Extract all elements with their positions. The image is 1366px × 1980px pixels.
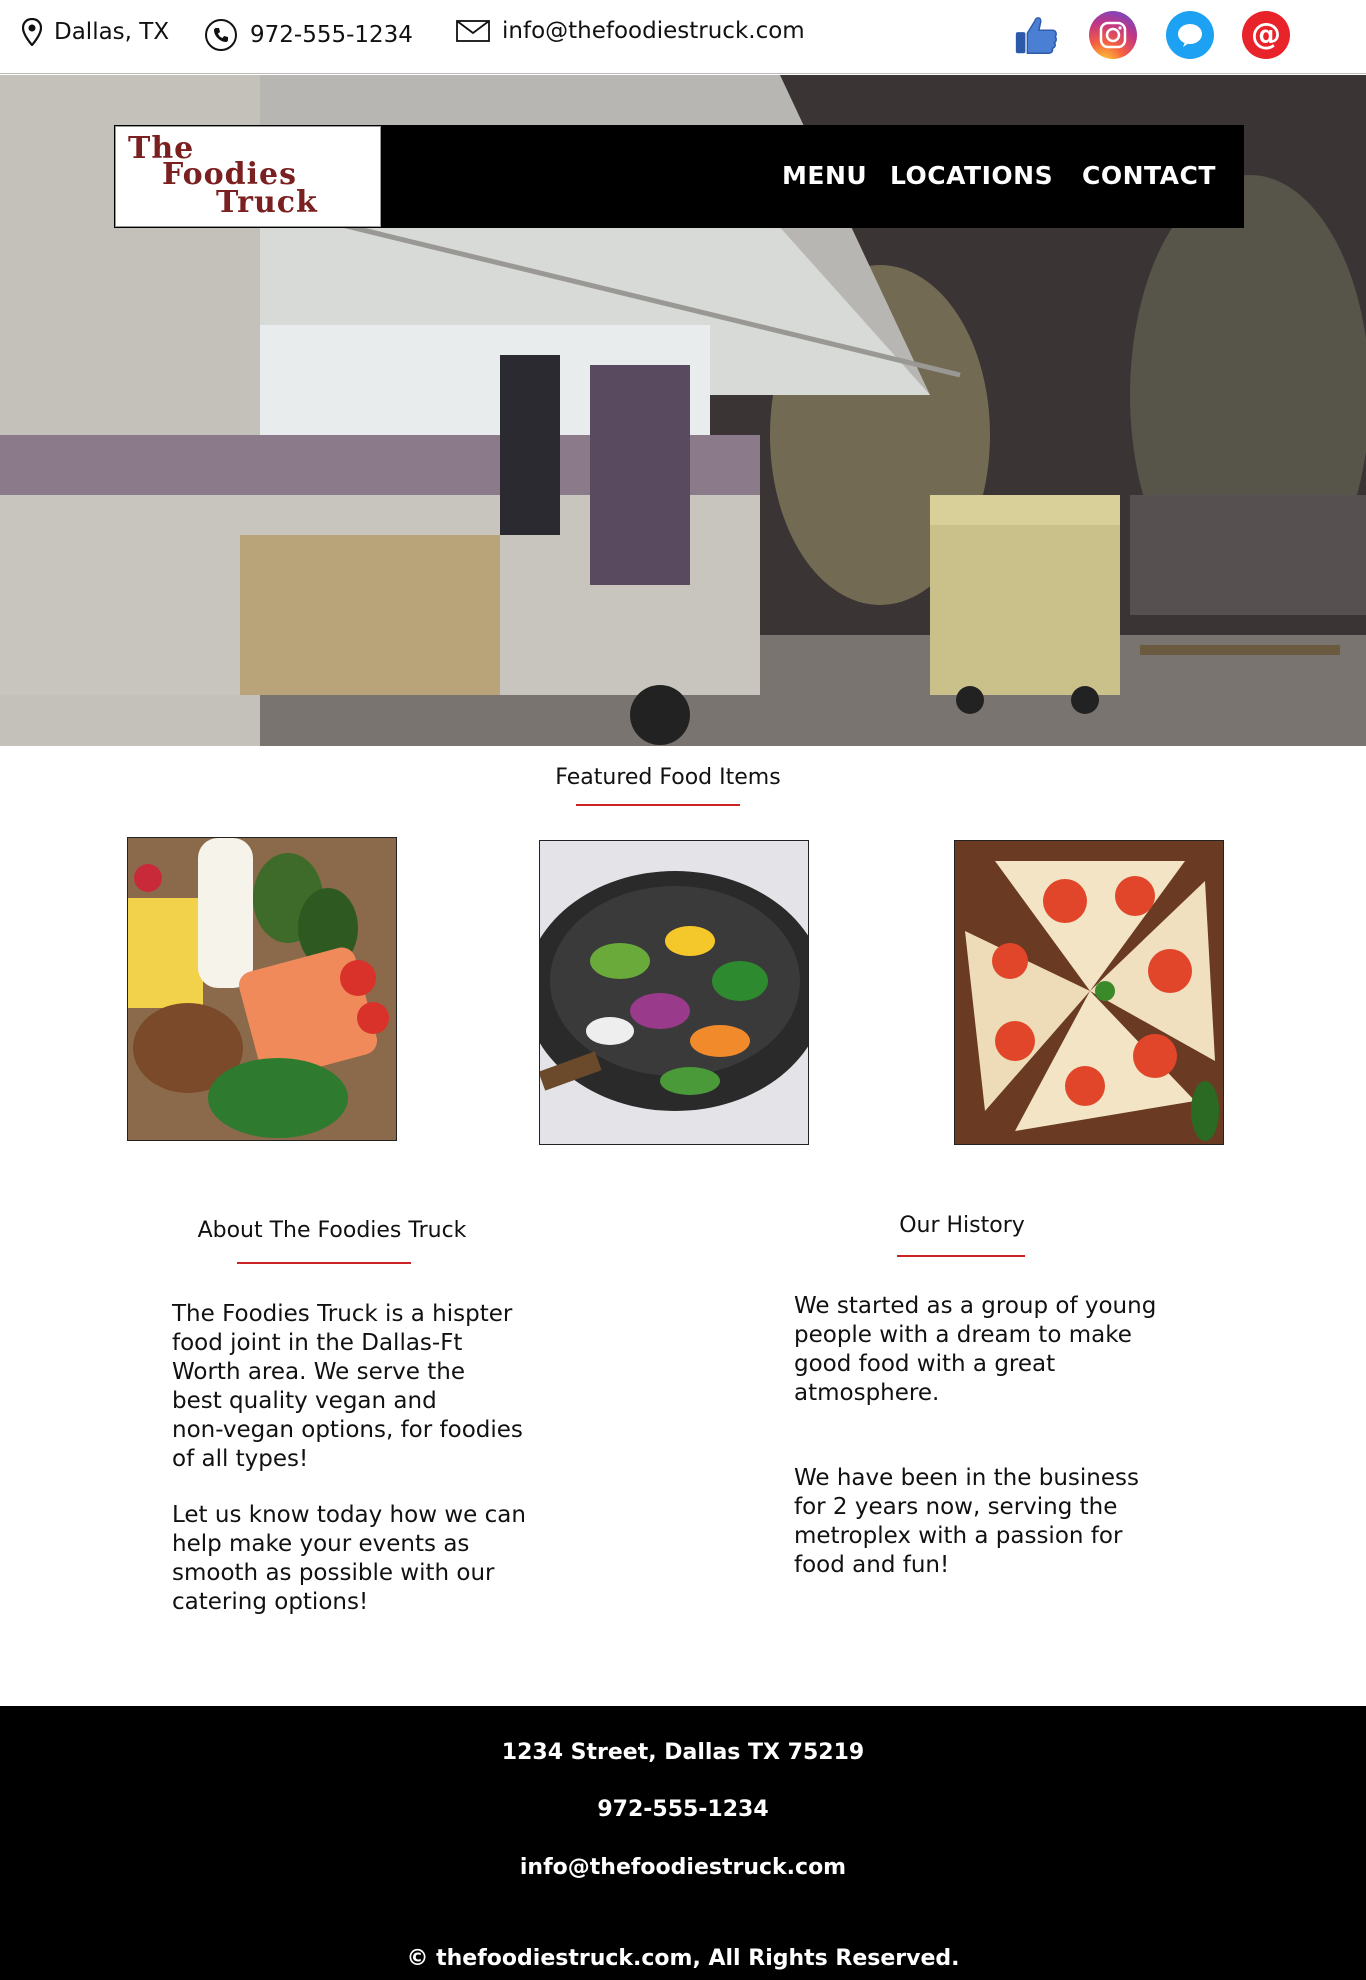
footer-email[interactable]: info@thefoodiestruck.com [0, 1855, 1366, 1880]
about-line: of all types! [172, 1446, 309, 1472]
history-line: for 2 years now, serving the [794, 1494, 1118, 1520]
about-line: smooth as possible with our [172, 1560, 495, 1586]
food-image-stir-fry[interactable] [539, 840, 809, 1145]
history-line: people with a dream to make [794, 1322, 1132, 1348]
about-paragraph-2: Let us know today how we can help make y… [172, 1501, 592, 1617]
about-paragraph-1: The Foodies Truck is a hispter food join… [172, 1300, 592, 1474]
phone-item[interactable]: 972-555-1234 [204, 18, 413, 52]
nav-link-contact[interactable]: CONTACT [1082, 161, 1216, 190]
about-line: best quality vegan and [172, 1388, 437, 1414]
history-line: food and fun! [794, 1552, 950, 1578]
envelope-icon [456, 19, 490, 43]
hero-banner: The Foodies Truck MENU LOCATIONS CONTACT [0, 75, 1366, 746]
map-pin-icon [22, 18, 42, 46]
site-logo[interactable]: The Foodies Truck [115, 126, 381, 227]
history-paragraph-1: We started as a group of young people wi… [794, 1292, 1234, 1408]
location-item: Dallas, TX [22, 18, 169, 46]
main-navbar: The Foodies Truck MENU LOCATIONS CONTACT [114, 125, 1244, 228]
about-line: non-vegan options, for foodies [172, 1417, 523, 1443]
history-line: atmosphere. [794, 1380, 940, 1406]
history-line: We have been in the business [794, 1465, 1139, 1491]
featured-underline [576, 804, 740, 806]
history-underline [897, 1255, 1025, 1257]
footer-address: 1234 Street, Dallas TX 75219 [501, 1740, 865, 1765]
site-footer: 1234 Street, Dallas TX 75219 972-555-123… [0, 1706, 1366, 1980]
about-line: food joint in the Dallas-Ft [172, 1330, 463, 1356]
about-line: catering options! [172, 1589, 369, 1615]
location-text: Dallas, TX [54, 19, 170, 45]
instagram-icon[interactable] [1089, 11, 1137, 59]
featured-title: Featured Food Items [555, 765, 781, 790]
email-text: info@thefoodiestruck.com [502, 18, 805, 44]
about-line: Worth area. We serve the [172, 1359, 466, 1385]
email-item[interactable]: info@thefoodiestruck.com [456, 18, 805, 44]
footer-copyright: © thefoodiestruck.com, All Rights Reserv… [406, 1946, 960, 1971]
history-title: Our History [899, 1213, 1025, 1238]
food-image-groceries[interactable] [127, 837, 397, 1141]
top-contact-bar: Dallas, TX 972-555-1234 info@thefoodiest… [0, 0, 1366, 74]
facebook-like-icon[interactable] [1012, 11, 1060, 59]
history-line: We started as a group of young [794, 1293, 1157, 1319]
history-paragraph-2: We have been in the business for 2 years… [794, 1464, 1234, 1580]
food-image-pizza[interactable] [954, 840, 1224, 1145]
about-line: Let us know today how we can [172, 1502, 526, 1528]
about-line: help make your events as [172, 1531, 470, 1557]
nav-link-locations[interactable]: LOCATIONS [890, 161, 1053, 190]
history-line: metroplex with a passion for [794, 1523, 1123, 1549]
nav-link-menu[interactable]: MENU [782, 161, 867, 190]
about-underline [237, 1262, 411, 1264]
history-line: good food with a great [794, 1351, 1056, 1377]
twitter-icon[interactable] [1166, 11, 1214, 59]
footer-phone[interactable]: 972-555-1234 [0, 1797, 1366, 1822]
about-title: About The Foodies Truck [197, 1218, 467, 1243]
phone-text: 972-555-1234 [250, 22, 413, 48]
about-line: The Foodies Truck is a hispter [172, 1301, 513, 1327]
email-at-icon[interactable]: @ [1242, 11, 1290, 59]
phone-icon [204, 18, 238, 52]
logo-line-3: Truck [216, 185, 318, 220]
